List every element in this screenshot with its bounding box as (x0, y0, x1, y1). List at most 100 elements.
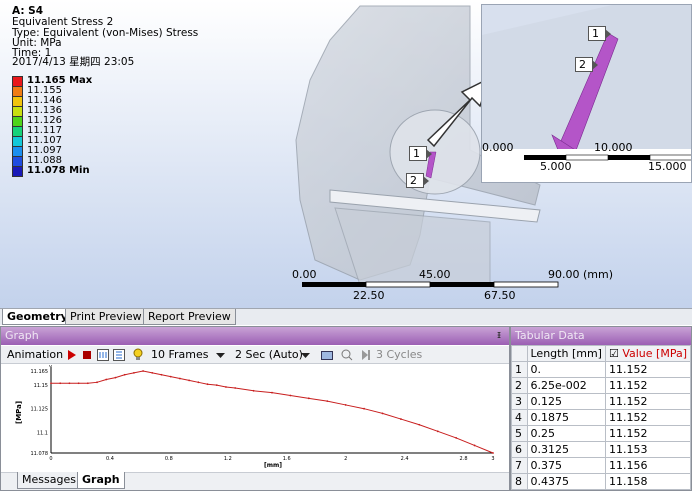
legend-swatch (12, 96, 23, 107)
cycles-label[interactable]: 3 Cycles (376, 348, 422, 361)
tab-graph[interactable]: Graph (77, 472, 125, 489)
scale-label: 67.50 (484, 289, 516, 302)
chevron-down-icon[interactable] (301, 353, 310, 359)
play-icon[interactable] (67, 350, 77, 360)
scale-label: 90.00 (mm) (548, 268, 614, 281)
table-row[interactable]: 8 0.4375 11.158 (511, 473, 691, 490)
value-cell[interactable]: 11.156 (604, 457, 691, 474)
length-cell[interactable]: 0.375 (526, 457, 606, 474)
inset-scale-label: 5.000 (540, 160, 572, 173)
data-point (50, 382, 52, 385)
data-point (160, 373, 163, 376)
result-date: 2017/4/13 星期四 23:05 (12, 56, 135, 68)
duration-select[interactable]: 2 Sec (Auto) (235, 348, 303, 361)
x-tick-label: 1.6 (283, 456, 291, 462)
data-point (234, 387, 237, 389)
tabular-panel-header: Tabular Data (511, 327, 691, 345)
distributed-frames-icon[interactable] (97, 349, 109, 361)
legend-swatch (12, 126, 23, 137)
data-point (215, 384, 218, 387)
data-point (289, 394, 292, 397)
table-header-value[interactable]: ☑ Value [MPa] (604, 345, 691, 362)
value-cell[interactable]: 11.158 (604, 473, 691, 490)
x-tick-label: 0 (49, 456, 52, 462)
x-tick-label: 3 (491, 456, 494, 462)
length-cell[interactable]: 6.25e-002 (526, 377, 606, 394)
inset-callout-1[interactable]: 1 (588, 26, 611, 41)
pin-icon[interactable]: ᵻ (497, 328, 501, 341)
probe-callout-1[interactable]: 1 (409, 146, 432, 161)
data-point (114, 376, 117, 379)
legend-label: 11.078 Min (27, 165, 90, 176)
stop-icon[interactable] (82, 350, 92, 360)
x-tick-label: 1.2 (224, 456, 232, 462)
table-row[interactable]: 7 0.375 11.156 (511, 457, 691, 474)
table-header-length[interactable]: Length [mm] (526, 345, 606, 362)
tab-report-preview[interactable]: Report Preview (143, 309, 236, 325)
value-cell[interactable]: 11.152 (604, 409, 691, 426)
zoom-icon[interactable] (341, 349, 353, 361)
data-point (169, 375, 172, 378)
length-cell[interactable]: 0.4375 (526, 473, 606, 490)
export-video-icon[interactable] (321, 349, 333, 361)
x-tick-label: 2.4 (401, 456, 409, 462)
value-header-label: Value [MPa] (622, 347, 687, 360)
main-scale-bar (302, 281, 559, 288)
data-point (151, 371, 154, 374)
y-tick-label: 11.15 (34, 383, 48, 389)
data-point (225, 386, 227, 388)
inset-scale-label: 15.000 (648, 160, 687, 173)
row-index: 4 (511, 409, 528, 426)
data-point (344, 404, 347, 406)
data-point (418, 423, 421, 426)
table-row[interactable]: 6 0.3125 11.153 (511, 441, 691, 458)
chevron-down-icon[interactable] (216, 353, 225, 359)
data-point (96, 381, 98, 384)
table-header-row: Length [mm] ☑ Value [MPa] (511, 345, 691, 362)
lightbulb-icon[interactable] (133, 348, 143, 361)
data-point (473, 444, 476, 447)
tab-messages[interactable]: Messages (17, 472, 81, 489)
length-cell[interactable]: 0. (526, 361, 606, 378)
result-sets-icon[interactable] (113, 349, 125, 361)
length-cell[interactable]: 0.1875 (526, 409, 606, 426)
table-row[interactable]: 4 0.1875 11.152 (511, 409, 691, 426)
frames-select[interactable]: 10 Frames (151, 348, 209, 361)
row-index: 6 (511, 441, 528, 458)
y-axis-label: [MPa] (15, 401, 23, 424)
value-cell[interactable]: 11.152 (604, 361, 691, 378)
value-cell[interactable]: 11.152 (604, 425, 691, 442)
legend-swatch (12, 156, 23, 167)
inset-callout-2[interactable]: 2 (575, 57, 598, 72)
y-tick-label: 11.078 (31, 451, 49, 457)
data-point (105, 378, 108, 381)
table-row[interactable]: 3 0.125 11.152 (511, 393, 691, 410)
table-row[interactable]: 1 0. 11.152 (511, 361, 691, 378)
value-cell[interactable]: 11.152 (604, 393, 691, 410)
table-row[interactable]: 5 0.25 11.152 (511, 425, 691, 442)
zoom-inset-view[interactable]: 1 2 0.000 10.000 5.000 15.000 (481, 4, 692, 183)
data-point (142, 370, 144, 372)
length-cell[interactable]: 0.3125 (526, 441, 606, 458)
data-point (68, 382, 71, 385)
view-tabs: Geometry Print Preview Report Preview (0, 308, 692, 325)
data-point (59, 382, 62, 385)
cycles-icon[interactable] (361, 350, 371, 360)
table-row[interactable]: 2 6.25e-002 11.152 (511, 377, 691, 394)
legend-swatch (12, 136, 23, 147)
scale-label: 45.00 (419, 268, 451, 281)
value-cell[interactable]: 11.153 (604, 441, 691, 458)
tab-geometry[interactable]: Geometry (2, 309, 73, 325)
legend-swatch (12, 76, 23, 87)
model-viewport[interactable]: A: S4 Equivalent Stress 2 Type: Equivale… (0, 0, 692, 308)
data-point (326, 400, 329, 403)
probe-callout-2[interactable]: 2 (406, 173, 429, 188)
length-cell[interactable]: 0.25 (526, 425, 606, 442)
length-cell[interactable]: 0.125 (526, 393, 606, 410)
value-cell[interactable]: 11.152 (604, 377, 691, 394)
row-index: 7 (511, 457, 528, 474)
x-tick-label: 0.4 (106, 456, 114, 462)
tab-print-preview[interactable]: Print Preview (65, 309, 147, 325)
checkbox-icon[interactable]: ☑ (609, 347, 619, 360)
line-chart: 11.165 11.15 11.125 11.1 11.078 0 0.4 0.8 1.2 1.… (7, 363, 505, 469)
